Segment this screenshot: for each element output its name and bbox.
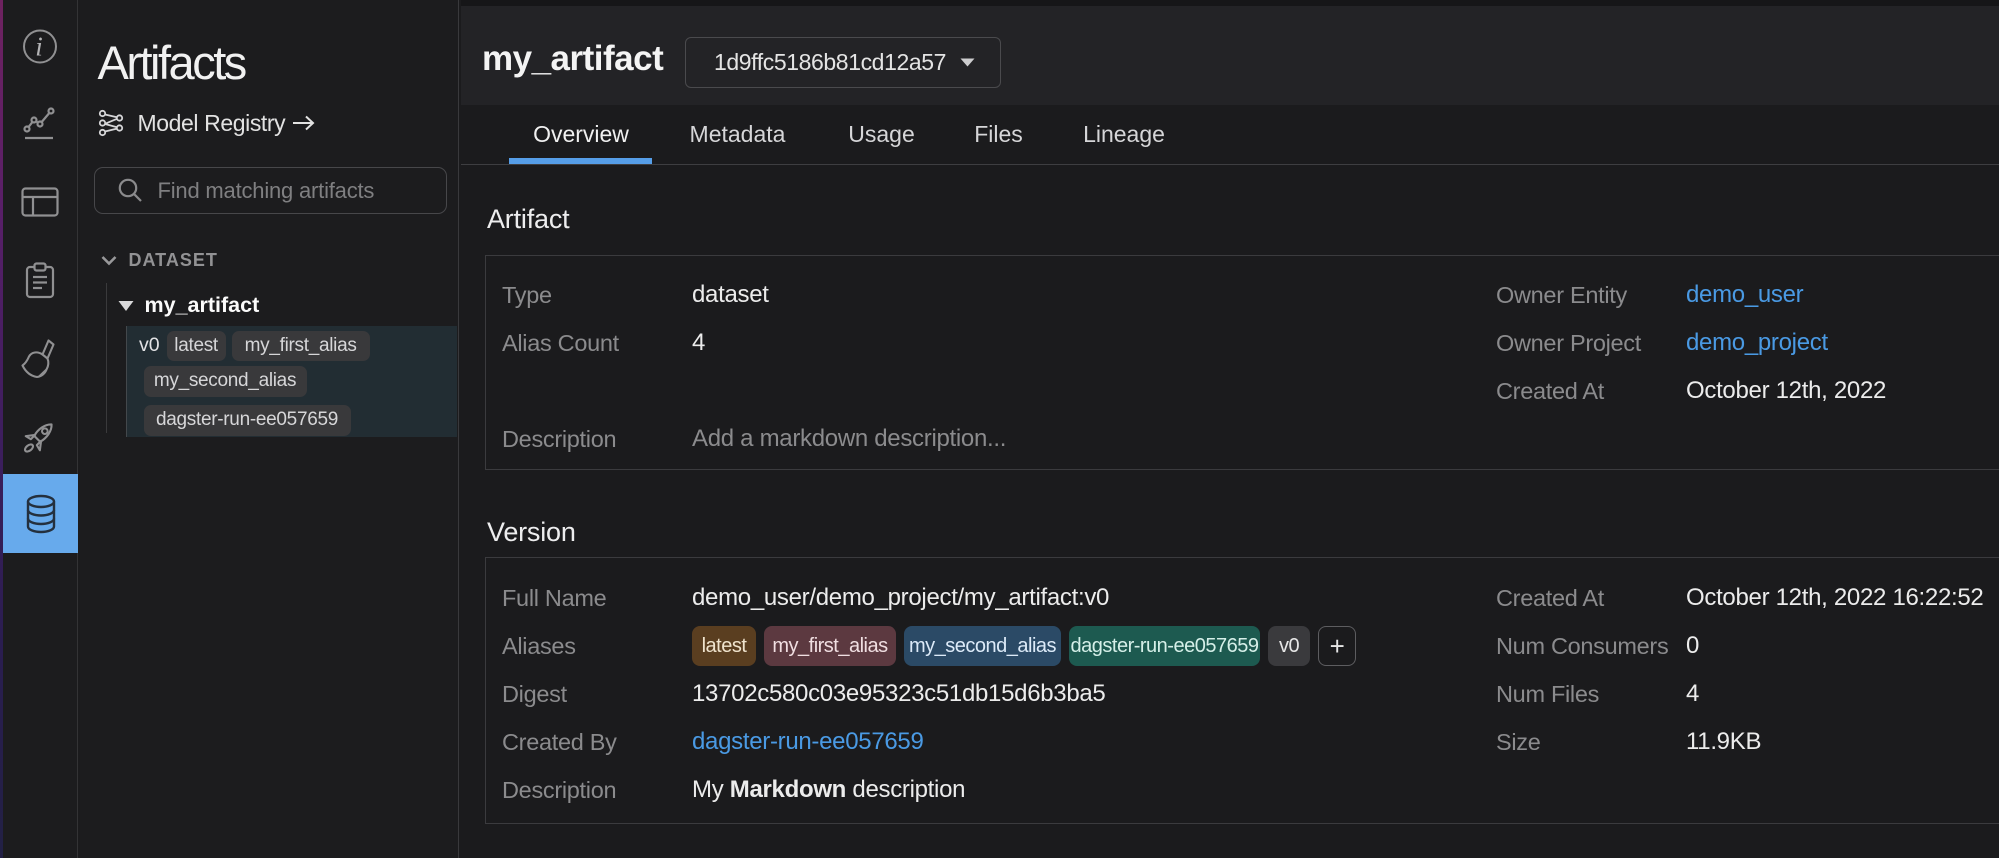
svg-text:i: i	[35, 32, 43, 62]
